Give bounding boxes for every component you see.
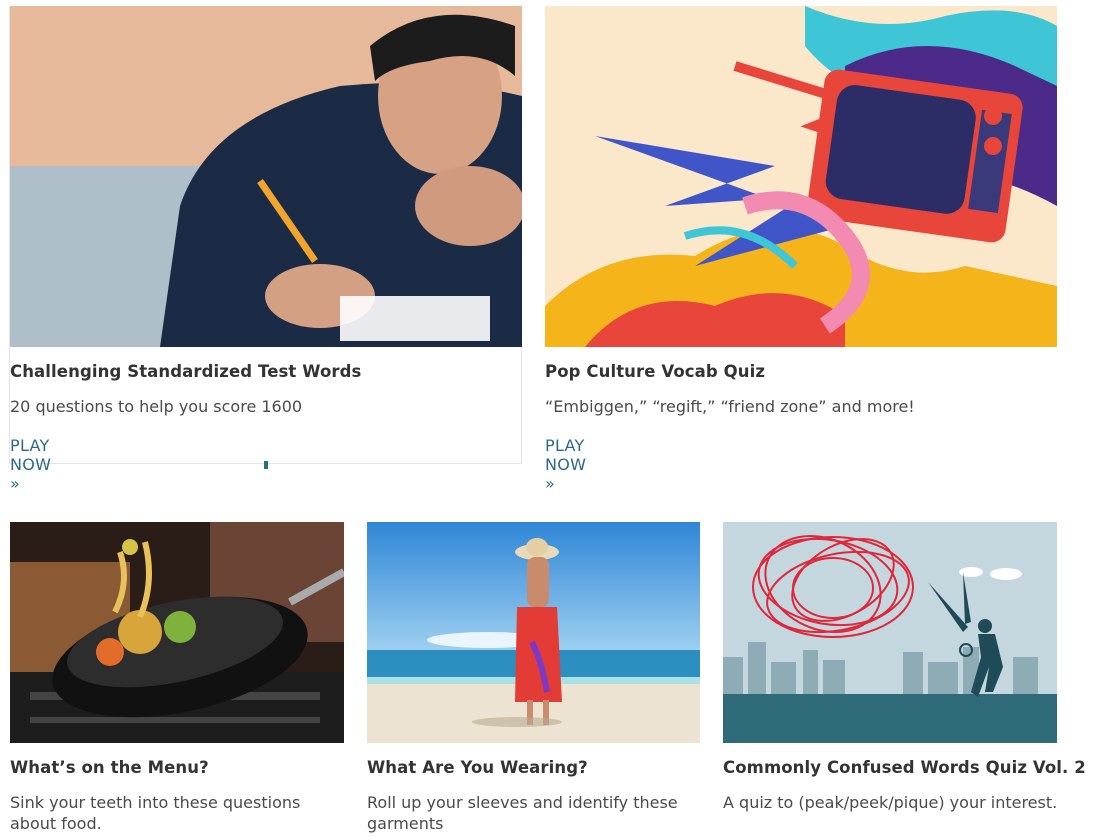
play-now-link[interactable]: PLAY NOW » <box>545 436 586 493</box>
quiz-title[interactable]: What Are You Wearing? <box>367 758 588 777</box>
scissors-cutting-tangle-image[interactable] <box>723 522 1057 743</box>
quiz-title[interactable]: Commonly Confused Words Quiz Vol. 2 <box>723 758 1086 777</box>
quiz-description: Sink your teeth into these questions abo… <box>10 793 301 833</box>
quiz-title[interactable]: What’s on the Menu? <box>10 758 209 777</box>
quiz-title[interactable]: Challenging Standardized Test Words <box>10 362 361 381</box>
carousel-indicator <box>264 461 268 469</box>
quiz-description: Roll up your sleeves and identify these … <box>367 793 678 833</box>
quiz-title[interactable]: Pop Culture Vocab Quiz <box>545 362 765 381</box>
quiz-description: 20 questions to help you score 1600 <box>10 397 303 416</box>
woman-on-beach-image[interactable] <box>367 522 700 743</box>
play-now-link[interactable]: PLAY NOW » <box>10 436 51 493</box>
wok-stir-fry-image[interactable] <box>10 522 344 743</box>
quiz-description: A quiz to (peak/peek/pique) your interes… <box>723 793 1058 812</box>
quiz-description: “Embiggen,” “regift,” “friend zone” and … <box>545 397 915 416</box>
student-taking-test-image[interactable] <box>10 6 522 347</box>
retro-tv-illustration-image[interactable] <box>545 6 1057 347</box>
